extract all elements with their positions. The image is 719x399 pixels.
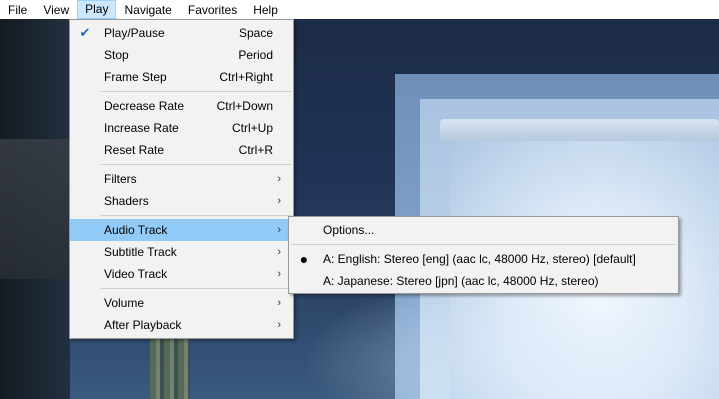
menu-separator xyxy=(100,164,291,165)
menu-item-subtitle-track[interactable]: Subtitle Track › xyxy=(70,241,293,263)
menu-item-frame-step[interactable]: Frame Step Ctrl+Right xyxy=(70,66,293,88)
menu-item-label: A: Japanese: Stereo [jpn] (aac lc, 48000… xyxy=(323,274,599,288)
menu-item-shortcut: Ctrl+R xyxy=(238,143,273,157)
chevron-right-icon: › xyxy=(277,195,281,207)
chevron-right-icon: › xyxy=(277,224,281,236)
video-bookcase xyxy=(150,339,190,399)
menu-file[interactable]: File xyxy=(0,0,35,19)
menu-item-label: Filters xyxy=(104,172,137,186)
menu-play[interactable]: Play xyxy=(77,0,117,19)
menu-item-label: Play/Pause xyxy=(104,26,165,40)
menu-item-shortcut: Ctrl+Down xyxy=(216,99,273,113)
menu-item-filters[interactable]: Filters › xyxy=(70,168,293,190)
menu-item-volume[interactable]: Volume › xyxy=(70,292,293,314)
menu-item-label: Audio Track xyxy=(104,223,168,237)
menu-item-label: Shaders xyxy=(104,194,149,208)
menu-item-play-pause[interactable]: ✔ Play/Pause Space xyxy=(70,22,293,44)
menu-item-audio-options[interactable]: Options... xyxy=(289,219,678,241)
menu-view[interactable]: View xyxy=(35,0,77,19)
menu-item-label: Decrease Rate xyxy=(104,99,185,113)
menu-item-after-playback[interactable]: After Playback › xyxy=(70,314,293,336)
menu-item-label: Increase Rate xyxy=(104,121,179,135)
audio-track-submenu: Options... ● A: English: Stereo [eng] (a… xyxy=(288,216,679,294)
menu-item-label: Options... xyxy=(323,223,375,237)
menu-bar: File View Play Navigate Favorites Help xyxy=(0,0,719,19)
menu-item-decrease-rate[interactable]: Decrease Rate Ctrl+Down xyxy=(70,95,293,117)
video-shelf xyxy=(0,139,70,279)
menu-separator xyxy=(291,244,676,245)
menu-separator xyxy=(100,91,291,92)
video-blind-roll xyxy=(440,119,719,141)
menu-item-audio-track-english[interactable]: ● A: English: Stereo [eng] (aac lc, 4800… xyxy=(289,248,678,270)
menu-item-label: A: English: Stereo [eng] (aac lc, 48000 … xyxy=(323,252,636,266)
menu-favorites[interactable]: Favorites xyxy=(180,0,245,19)
menu-item-label: After Playback xyxy=(104,318,182,332)
chevron-right-icon: › xyxy=(277,297,281,309)
menu-item-shortcut: Period xyxy=(238,48,273,62)
menu-item-audio-track-japanese[interactable]: A: Japanese: Stereo [jpn] (aac lc, 48000… xyxy=(289,270,678,292)
menu-item-label: Reset Rate xyxy=(104,143,165,157)
play-menu: ✔ Play/Pause Space Stop Period Frame Ste… xyxy=(69,19,294,339)
menu-help[interactable]: Help xyxy=(245,0,286,19)
menu-item-label: Video Track xyxy=(104,267,168,281)
menu-item-stop[interactable]: Stop Period xyxy=(70,44,293,66)
chevron-right-icon: › xyxy=(277,268,281,280)
menu-item-reset-rate[interactable]: Reset Rate Ctrl+R xyxy=(70,139,293,161)
chevron-right-icon: › xyxy=(277,319,281,331)
chevron-right-icon: › xyxy=(277,246,281,258)
menu-item-label: Volume xyxy=(104,296,145,310)
menu-item-increase-rate[interactable]: Increase Rate Ctrl+Up xyxy=(70,117,293,139)
menu-item-video-track[interactable]: Video Track › xyxy=(70,263,293,285)
menu-navigate[interactable]: Navigate xyxy=(116,0,179,19)
menu-item-label: Subtitle Track xyxy=(104,245,177,259)
chevron-right-icon: › xyxy=(277,173,281,185)
menu-separator xyxy=(100,288,291,289)
menu-item-audio-track[interactable]: Audio Track › xyxy=(70,219,293,241)
menu-separator xyxy=(100,215,291,216)
menu-item-label: Frame Step xyxy=(104,70,167,84)
menu-item-shaders[interactable]: Shaders › xyxy=(70,190,293,212)
radio-selected-icon: ● xyxy=(299,251,309,267)
menu-item-shortcut: Space xyxy=(238,26,273,40)
menu-item-shortcut: Ctrl+Up xyxy=(231,121,273,135)
menu-item-shortcut: Ctrl+Right xyxy=(219,70,273,84)
check-icon: ✔ xyxy=(79,25,91,40)
menu-item-label: Stop xyxy=(104,48,129,62)
